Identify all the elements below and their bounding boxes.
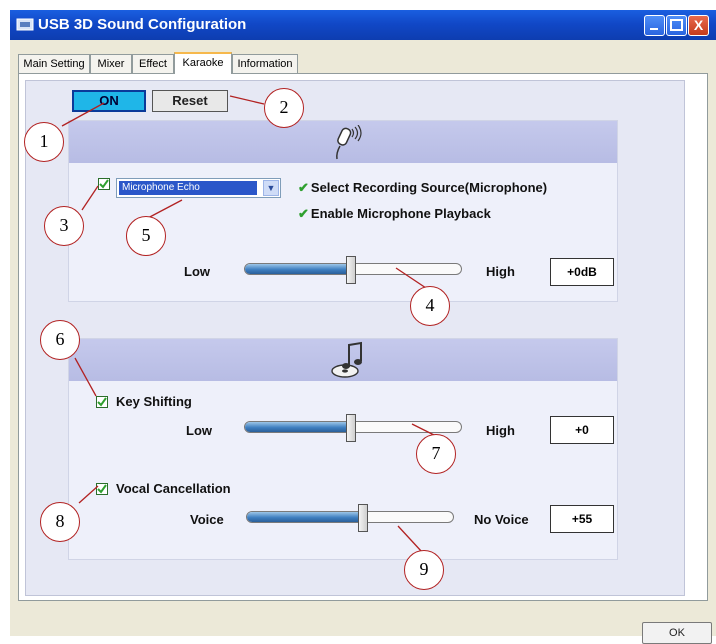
callout-7: 7 xyxy=(416,434,456,474)
callout-6: 6 xyxy=(40,320,80,360)
callout-5: 5 xyxy=(126,216,166,256)
callout-9: 9 xyxy=(404,550,444,590)
callout-3: 3 xyxy=(44,206,84,246)
callout-leader-lines xyxy=(61,95,437,553)
callout-4: 4 xyxy=(410,286,450,326)
tab-karaoke[interactable]: Karaoke xyxy=(174,52,232,74)
callout-1: 1 xyxy=(24,122,64,162)
callout-8: 8 xyxy=(40,502,80,542)
callout-2: 2 xyxy=(264,88,304,128)
